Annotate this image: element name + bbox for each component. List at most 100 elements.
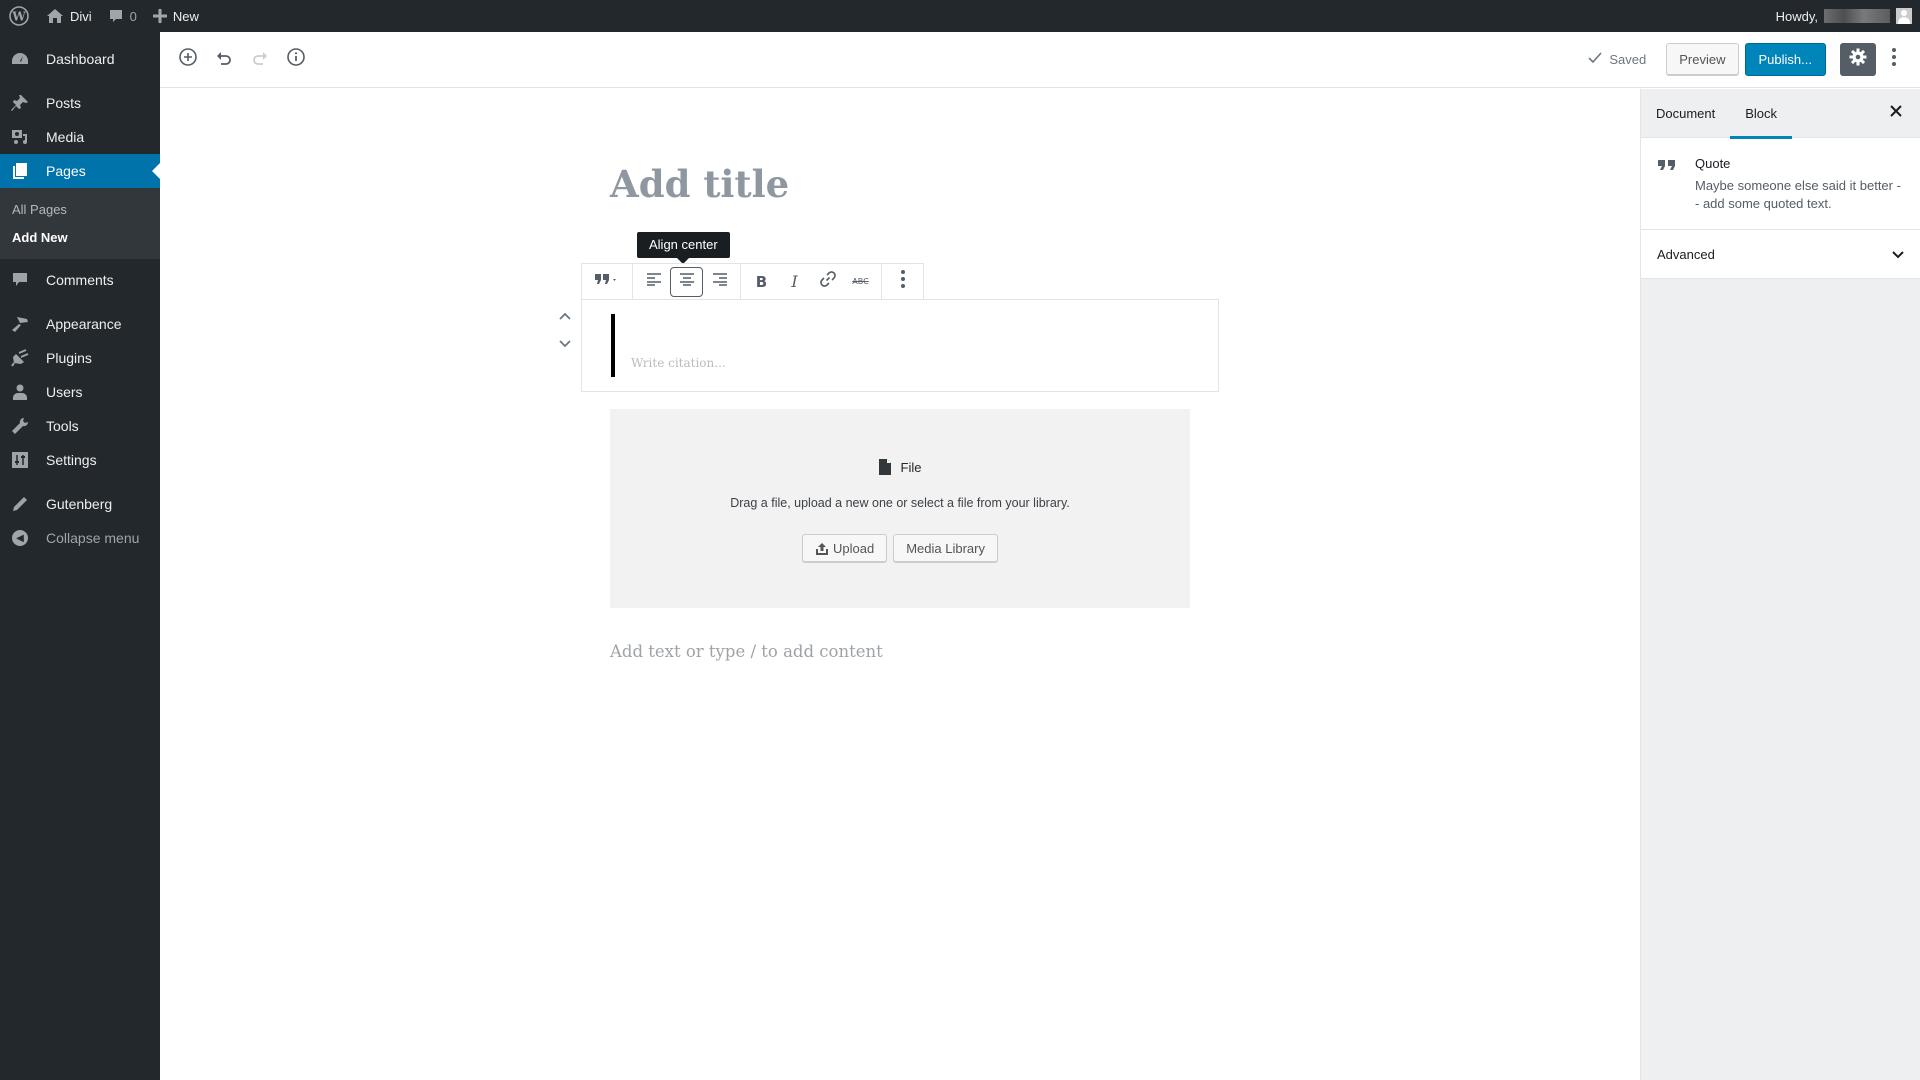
align-right-icon	[712, 272, 728, 291]
sidebar-item-settings[interactable]: Settings	[0, 443, 160, 477]
account-menu[interactable]: Howdy,	[1776, 8, 1920, 24]
advanced-panel-toggle[interactable]: Advanced	[1641, 230, 1920, 279]
sidebar-item-appearance[interactable]: Appearance	[0, 307, 160, 341]
align-right-button[interactable]	[703, 267, 736, 297]
pages-submenu: All Pages Add New	[0, 188, 160, 259]
new-content-link[interactable]: New	[145, 0, 207, 32]
svg-text:W: W	[11, 10, 26, 24]
comments-count: 0	[129, 8, 137, 24]
more-options-button[interactable]	[886, 267, 919, 297]
sidebar-item-plugins[interactable]: Plugins	[0, 341, 160, 375]
wrench-icon	[10, 416, 30, 436]
quote-icon	[594, 272, 620, 291]
block-switcher-button[interactable]	[586, 267, 628, 297]
quote-border	[611, 314, 615, 377]
sidebar-item-posts[interactable]: Posts	[0, 86, 160, 120]
sidebar-item-gutenberg[interactable]: Gutenberg	[0, 487, 160, 521]
chevron-down-icon	[559, 335, 571, 353]
publish-button[interactable]: Publish...	[1744, 43, 1826, 76]
align-left-icon	[646, 272, 662, 291]
submenu-item-add-new[interactable]: Add New	[0, 223, 160, 251]
pencil-icon	[10, 494, 30, 514]
plugin-icon	[10, 348, 30, 368]
admin-bar: W Divi 0 New Howdy,	[0, 0, 1920, 32]
align-center-button[interactable]	[670, 266, 703, 297]
howdy-label: Howdy,	[1775, 8, 1818, 24]
site-name-link[interactable]: Divi	[38, 0, 100, 32]
undo-icon	[214, 47, 234, 72]
file-block-placeholder[interactable]: File Drag a file, upload a new one or se…	[610, 409, 1190, 608]
media-library-button[interactable]: Media Library	[893, 534, 998, 563]
sidebar-item-dashboard[interactable]: Dashboard	[0, 42, 160, 76]
collapse-menu-button[interactable]: ◀ Collapse menu	[0, 521, 160, 555]
quote-block[interactable]: Write citation...	[581, 299, 1219, 392]
default-block-appender[interactable]: Add text or type / to add content	[610, 642, 883, 661]
site-name: Divi	[70, 8, 92, 24]
sidebar-tabs: Document Block	[1641, 89, 1920, 139]
align-center-tooltip: Align center	[637, 232, 730, 264]
quote-icon	[1657, 156, 1679, 213]
tab-block[interactable]: Block	[1730, 89, 1792, 139]
file-block-instructions: Drag a file, upload a new one or select …	[730, 496, 1070, 510]
close-sidebar-button[interactable]	[1882, 99, 1910, 127]
move-down-button[interactable]	[553, 330, 577, 358]
preview-button[interactable]: Preview	[1666, 43, 1739, 76]
block-card: Quote Maybe someone else said it better …	[1641, 138, 1920, 230]
submenu-item-all-pages[interactable]: All Pages	[0, 195, 160, 223]
pages-icon	[10, 161, 30, 181]
italic-button[interactable]: I	[778, 267, 811, 297]
sidebar-item-comments[interactable]: Comments	[0, 263, 160, 297]
redo-button[interactable]	[242, 42, 278, 78]
settings-toggle-button[interactable]	[1840, 43, 1876, 76]
username-redacted	[1824, 9, 1890, 23]
strikethrough-icon: ABC	[852, 277, 869, 286]
move-up-button[interactable]	[553, 302, 577, 330]
chevron-up-icon	[559, 307, 571, 325]
align-left-button[interactable]	[637, 267, 670, 297]
sidebar-item-pages[interactable]: Pages	[0, 154, 160, 188]
link-button[interactable]	[811, 267, 844, 297]
add-block-button[interactable]	[170, 42, 206, 78]
paintbrush-icon	[10, 314, 30, 334]
strikethrough-button[interactable]: ABC	[844, 267, 877, 297]
settings-icon	[10, 450, 30, 470]
italic-icon: I	[791, 272, 798, 291]
saved-status: Saved	[1588, 52, 1646, 67]
align-center-icon	[679, 272, 695, 291]
wordpress-logo-button[interactable]: W	[0, 0, 38, 32]
close-icon	[1890, 104, 1902, 122]
admin-sidebar: Dashboard Posts Media Pages All Pages Ad…	[0, 32, 160, 1080]
more-vertical-icon	[1892, 48, 1896, 71]
link-icon	[819, 270, 837, 293]
redo-icon	[250, 47, 270, 72]
dashboard-icon	[10, 49, 30, 69]
citation-input[interactable]: Write citation...	[631, 356, 726, 370]
collapse-icon: ◀	[12, 530, 28, 546]
sidebar-item-media[interactable]: Media	[0, 120, 160, 154]
pin-icon	[10, 93, 30, 113]
bold-icon: B	[755, 272, 768, 291]
more-menu-button[interactable]	[1880, 43, 1908, 76]
plus-icon	[152, 9, 167, 23]
new-label: New	[172, 8, 199, 24]
tab-document[interactable]: Document	[1641, 89, 1730, 138]
gear-icon	[1848, 47, 1868, 72]
content-info-button[interactable]	[278, 42, 314, 78]
sidebar-item-tools[interactable]: Tools	[0, 409, 160, 443]
file-icon	[878, 459, 891, 475]
chevron-down-icon	[1892, 247, 1904, 262]
undo-button[interactable]	[206, 42, 242, 78]
settings-sidebar: Document Block Quote Maybe someone else …	[1640, 89, 1920, 1080]
sidebar-item-users[interactable]: Users	[0, 375, 160, 409]
block-movers	[553, 302, 577, 358]
block-card-title: Quote	[1695, 156, 1731, 171]
info-icon	[286, 47, 306, 72]
avatar	[1896, 8, 1912, 24]
comments-link[interactable]: 0	[100, 0, 145, 32]
title-input[interactable]: Add title	[610, 162, 789, 206]
bold-button[interactable]: B	[745, 267, 778, 297]
media-icon	[10, 127, 30, 147]
upload-button[interactable]: Upload	[802, 534, 888, 563]
check-icon	[1588, 52, 1602, 67]
editor-header: Saved Preview Publish...	[160, 32, 1920, 88]
